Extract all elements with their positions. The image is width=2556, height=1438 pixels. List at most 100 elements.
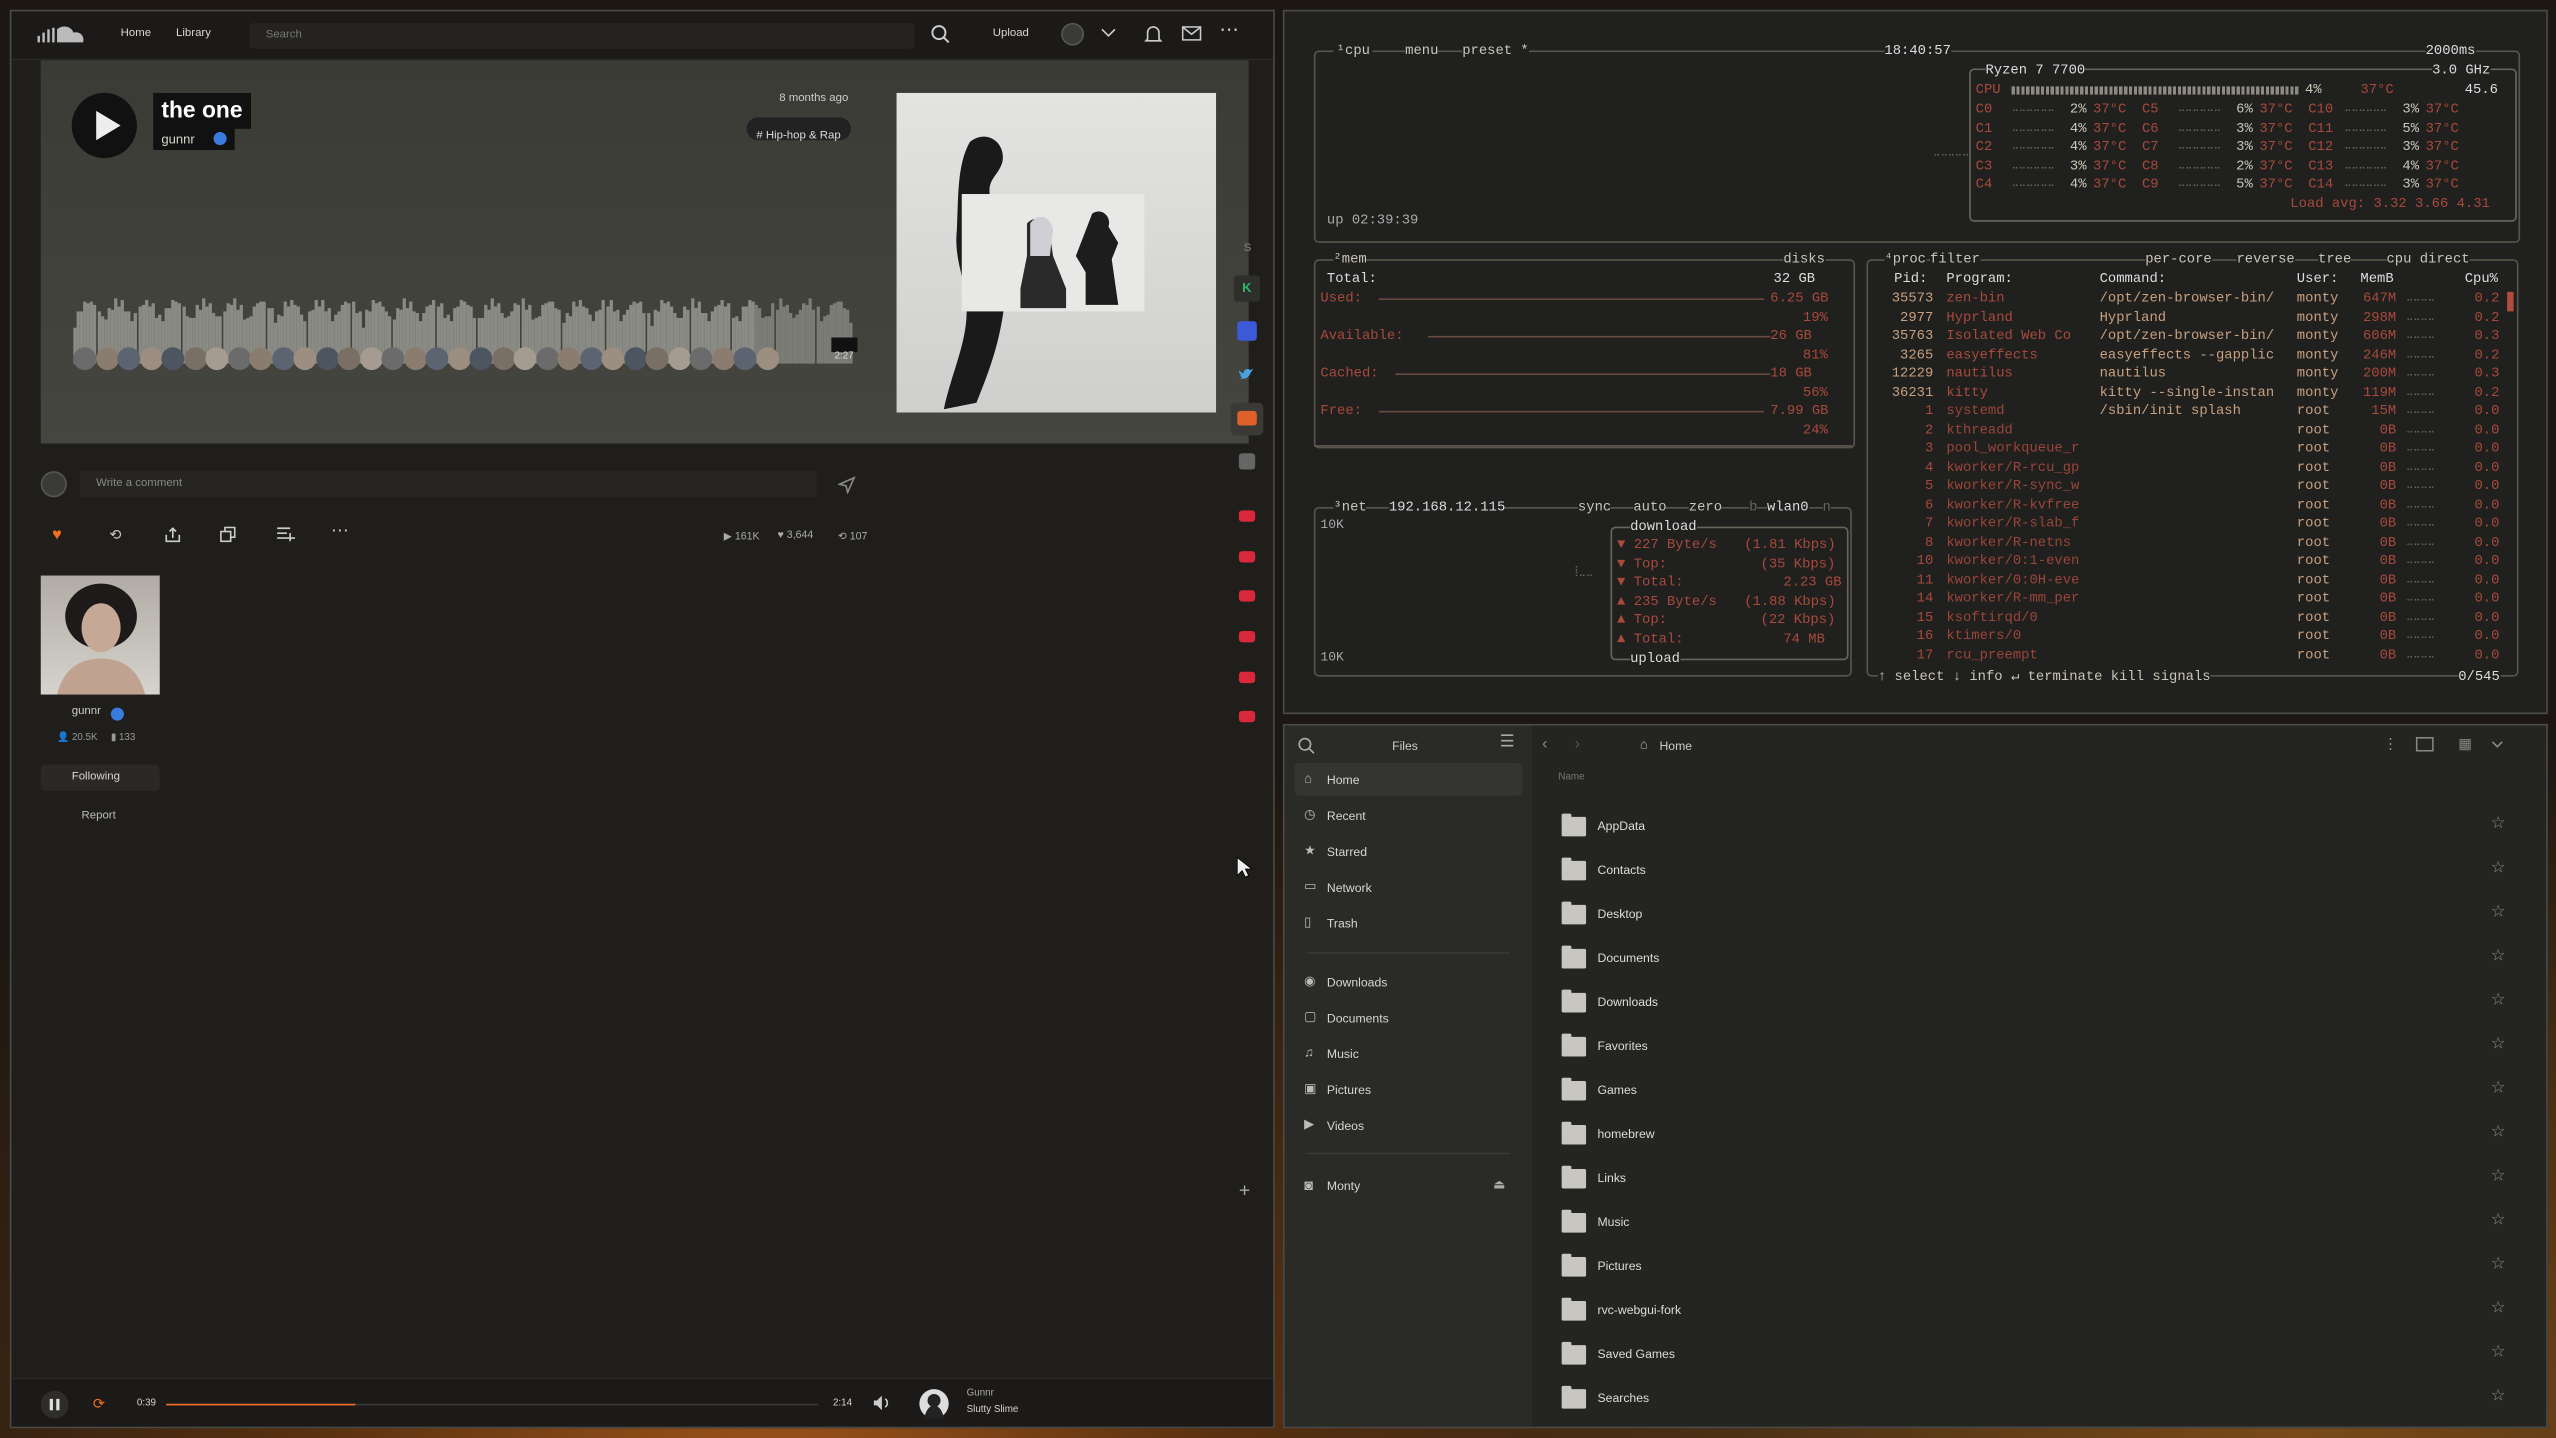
comment-avatar[interactable]: [711, 347, 735, 371]
proc-row[interactable]: 10 kworker/0:1-even root 0B ⣀⣀⣀⣀ 0.0: [1875, 553, 2511, 571]
comment-avatar[interactable]: [491, 347, 515, 371]
list-item[interactable]: Desktop ☆: [1555, 892, 2517, 936]
search-input[interactable]: Search: [249, 22, 915, 49]
sidebar-item-starred[interactable]: ★ Starred: [1294, 835, 1522, 868]
comment-avatar[interactable]: [469, 347, 493, 371]
sidebar-item-home[interactable]: ⌂ Home: [1294, 763, 1522, 796]
more-actions-icon[interactable]: ⋯: [331, 523, 349, 541]
comment-avatar[interactable]: [381, 347, 405, 371]
comment-avatar[interactable]: [623, 347, 647, 371]
star-icon[interactable]: ☆: [2491, 1035, 2506, 1053]
col-mem[interactable]: MemB: [2360, 271, 2393, 287]
proc-row[interactable]: 2 kthreadd root 0B ⣀⣀⣀⣀ 0.0: [1875, 421, 2511, 439]
comment-avatar[interactable]: [161, 347, 185, 371]
comment-avatars[interactable]: [73, 347, 790, 373]
chevron-down-icon[interactable]: [2491, 739, 2504, 755]
update-interval[interactable]: 2000ms: [2425, 42, 2476, 59]
search-icon[interactable]: [1298, 737, 1316, 760]
preset-button[interactable]: preset *: [1462, 42, 1529, 59]
cpu-box-title[interactable]: ¹cpu: [1333, 42, 1374, 59]
comment-avatar[interactable]: [117, 347, 141, 371]
like-icon[interactable]: ♥: [52, 527, 62, 544]
comment-avatar[interactable]: [293, 347, 317, 371]
col-user[interactable]: User:: [2297, 271, 2339, 287]
youtube-icon[interactable]: [1238, 710, 1256, 723]
eject-icon[interactable]: ⏏: [1493, 1177, 1505, 1193]
sidebar-letter-s[interactable]: S: [1244, 243, 1252, 254]
net-auto-button[interactable]: auto: [1633, 498, 1667, 516]
artist-name[interactable]: gunnr: [72, 706, 101, 717]
star-icon[interactable]: ☆: [2491, 859, 2506, 877]
copy-icon[interactable]: [220, 526, 236, 548]
tree-toggle[interactable]: tree: [2318, 251, 2352, 268]
youtube-icon[interactable]: [1238, 630, 1256, 643]
terminate-label[interactable]: terminate: [2028, 668, 2103, 684]
discord-icon[interactable]: [1237, 321, 1257, 341]
mem-title[interactable]: ²mem: [1333, 251, 1367, 268]
forward-arrow-icon[interactable]: ›: [1575, 736, 1580, 753]
repeat-icon[interactable]: ⟳: [93, 1396, 105, 1412]
tracks-count[interactable]: ▮ 133: [111, 732, 135, 744]
per-core-toggle[interactable]: per-core: [2145, 251, 2212, 268]
list-item[interactable]: rvc-webgui-fork ☆: [1555, 1288, 2517, 1332]
new-tab-icon[interactable]: [2415, 736, 2434, 757]
youtube-icon[interactable]: [1238, 551, 1256, 563]
list-item[interactable]: Links ☆: [1555, 1156, 2517, 1200]
user-avatar[interactable]: [1061, 22, 1085, 46]
genre-tag[interactable]: # Hip-hop & Rap: [746, 117, 851, 142]
list-item[interactable]: AppData ☆: [1555, 804, 2517, 848]
pause-button[interactable]: [40, 1390, 69, 1419]
proc-row[interactable]: 36231 kitty kitty --single-instan monty 119M…: [1875, 384, 2511, 402]
comment-avatar[interactable]: [535, 347, 559, 371]
proc-row[interactable]: 4 kworker/R-rcu_gp root 0B ⣀⣀⣀⣀ 0.0: [1875, 459, 2511, 477]
soundcloud-logo[interactable]: [37, 24, 89, 44]
star-icon[interactable]: ☆: [2491, 1255, 2506, 1273]
star-icon[interactable]: ☆: [2491, 815, 2506, 833]
col-command[interactable]: Command:: [2100, 271, 2167, 287]
followers-count[interactable]: 👤 20.5K: [57, 732, 97, 744]
comment-avatar[interactable]: [601, 347, 625, 371]
now-playing-art[interactable]: [919, 1389, 949, 1419]
disks-title[interactable]: disks: [1783, 251, 1825, 268]
kill-label[interactable]: kill: [2111, 668, 2144, 684]
list-item[interactable]: Documents ☆: [1555, 936, 2517, 980]
net-zero-button[interactable]: zero: [1688, 498, 1723, 516]
comment-avatar[interactable]: [227, 347, 251, 371]
proc-row[interactable]: 12229 nautilus nautilus monty 200M ⣀⣀⣀⣀ 0.3: [1875, 365, 2511, 383]
proc-title[interactable]: ⁴proc: [1884, 251, 1926, 268]
comment-avatar[interactable]: [403, 347, 427, 371]
proc-row[interactable]: 14 kworker/R-mm_per root 0B ⣀⣀⣀⣀ 0.0: [1875, 590, 2511, 608]
star-icon[interactable]: ☆: [2491, 1167, 2506, 1185]
artist-box[interactable]: gunnr: [153, 127, 235, 150]
back-arrow-icon[interactable]: ‹: [1542, 736, 1547, 753]
proc-row[interactable]: 11 kworker/0:0H-eve root 0B ⣀⣀⣀⣀ 0.0: [1875, 571, 2511, 589]
comment-avatar[interactable]: [205, 347, 229, 371]
app-icon[interactable]: [1238, 453, 1256, 470]
list-item[interactable]: Games ☆: [1555, 1068, 2517, 1112]
more-icon[interactable]: ⋯: [1219, 20, 1239, 40]
send-icon[interactable]: [837, 476, 856, 499]
signals-label[interactable]: signals: [2152, 668, 2210, 684]
chevron-down-icon[interactable]: [1100, 26, 1116, 44]
proc-row[interactable]: 7 kworker/R-slab_f root 0B ⣀⣀⣀⣀ 0.0: [1875, 515, 2511, 533]
play-button[interactable]: [71, 92, 137, 159]
comment-avatar[interactable]: [359, 347, 383, 371]
add-icon[interactable]: +: [1239, 1180, 1250, 1200]
comment-avatar[interactable]: [755, 347, 779, 371]
sidebar-item-videos[interactable]: ▶ Videos: [1294, 1109, 1522, 1142]
proc-row[interactable]: 6 kworker/R-kvfree root 0B ⣀⣀⣀⣀ 0.0: [1875, 496, 2511, 514]
comment-avatar[interactable]: [667, 347, 691, 371]
net-interface[interactable]: wlan0: [1767, 498, 1809, 516]
comment-avatar[interactable]: [689, 347, 713, 371]
list-item[interactable]: Music ☆: [1555, 1200, 2517, 1244]
comment-avatar[interactable]: [271, 347, 295, 371]
sort-selector[interactable]: cpu direct: [2386, 251, 2470, 268]
youtube-icon[interactable]: [1238, 590, 1256, 602]
col-program[interactable]: Program:: [1946, 271, 2013, 287]
comment-avatar[interactable]: [447, 347, 471, 371]
list-item[interactable]: Contacts ☆: [1555, 848, 2517, 892]
net-prev-iface[interactable]: b: [1749, 498, 1758, 516]
nav-home[interactable]: Home: [121, 28, 151, 39]
col-cpu[interactable]: Cpu%: [2465, 271, 2498, 287]
star-icon[interactable]: ☆: [2491, 1387, 2506, 1405]
